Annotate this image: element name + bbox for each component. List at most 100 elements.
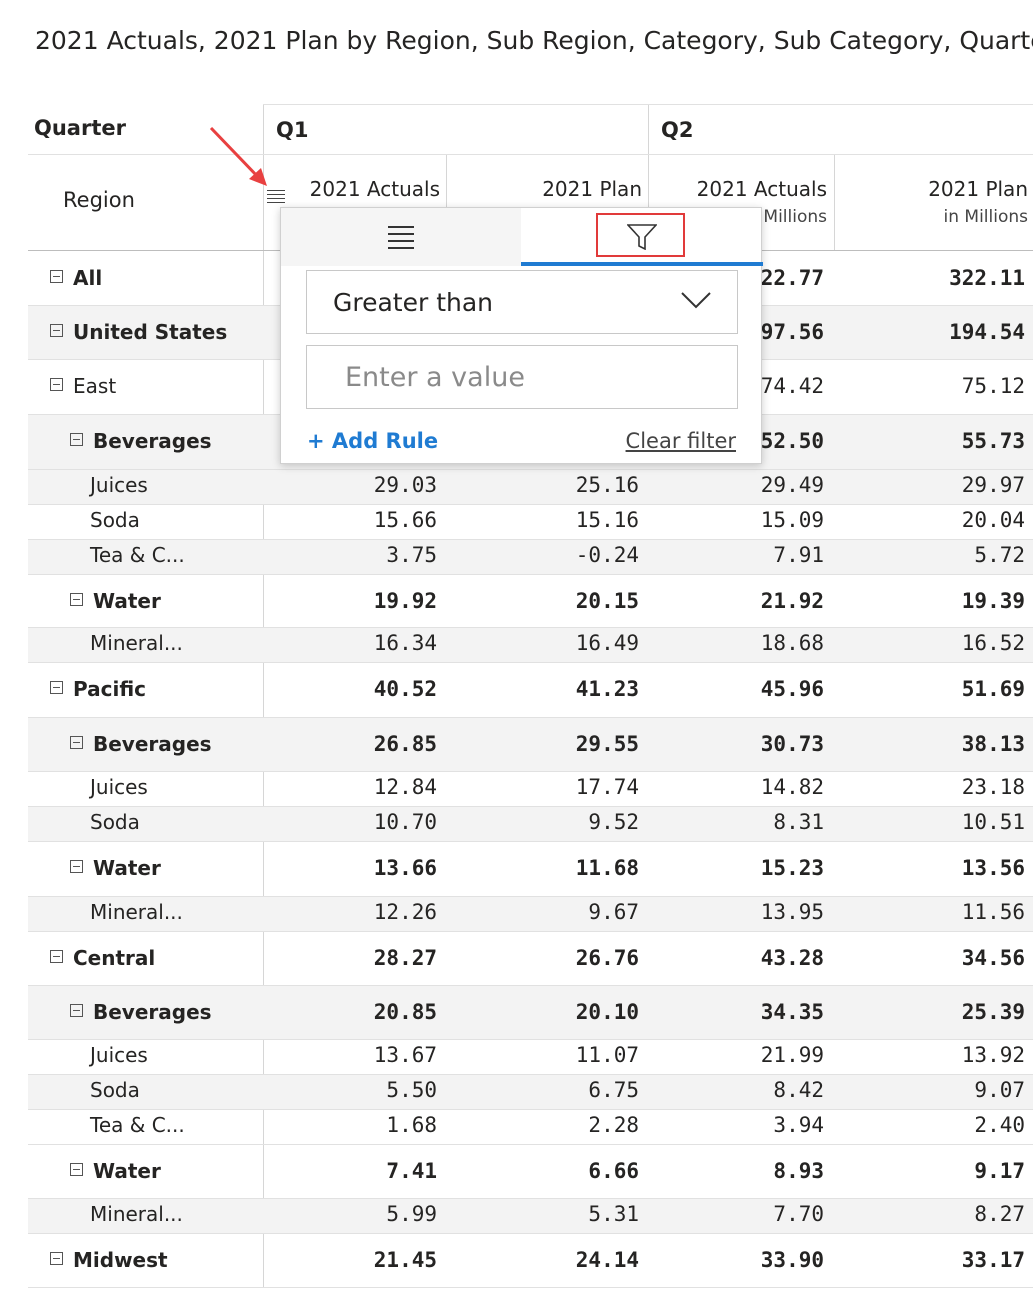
value-cell: 29.55 (575, 732, 639, 756)
row-label-text: Juices (90, 775, 148, 799)
value-cell: 7.41 (386, 1159, 437, 1183)
highlight-box (596, 213, 685, 257)
row-label: Mineral... (90, 631, 183, 655)
q1-header[interactable]: Q1 (276, 118, 308, 142)
value-cell: 51.69 (961, 677, 1025, 701)
header-mid-border (28, 154, 1033, 155)
table-row: Mineral... 5.99 5.31 7.70 8.27 (28, 1199, 1033, 1234)
value-cell: 8.31 (773, 810, 824, 834)
value-cell: 20.10 (575, 1000, 639, 1024)
quarter-header-row: Quarter Q1 Q2 (28, 104, 1033, 154)
collapse-icon[interactable] (70, 593, 83, 606)
collapse-icon[interactable] (70, 1004, 83, 1017)
value-cell: -0.24 (575, 543, 639, 567)
value-cell: 40.52 (373, 677, 437, 701)
q2-actuals-header[interactable]: 2021 Actuals (697, 177, 827, 201)
q1-plan-header[interactable]: 2021 Plan (542, 177, 642, 201)
value-cell: 20.15 (575, 589, 639, 613)
value-cell: 38.13 (961, 732, 1025, 756)
row-label: Beverages (70, 732, 212, 756)
collapse-icon[interactable] (70, 736, 83, 749)
value-cell: 75.12 (961, 374, 1025, 398)
value-cell: 2.40 (974, 1113, 1025, 1137)
table-row: Juices 13.67 11.07 21.99 13.92 (28, 1040, 1033, 1075)
value-cell: 3.75 (386, 543, 437, 567)
value-cell: 5.50 (386, 1078, 437, 1102)
value-cell: 33.90 (760, 1248, 824, 1272)
add-rule-button[interactable]: + Add Rule (307, 429, 438, 453)
red-arrow-annotation (209, 126, 267, 186)
row-label: Soda (90, 810, 140, 834)
condition-dropdown[interactable]: Greater than (306, 270, 738, 334)
column-divider (834, 154, 835, 250)
q1-actuals-header[interactable]: 2021 Actuals (310, 177, 440, 201)
row-label: Water (70, 856, 161, 880)
table-row: Tea & C... 3.75 -0.24 7.91 5.72 (28, 540, 1033, 575)
row-label-text: All (73, 266, 103, 290)
report-title: 2021 Actuals, 2021 Plan by Region, Sub R… (35, 26, 1033, 55)
table-row: Soda 10.70 9.52 8.31 10.51 (28, 807, 1033, 842)
value-cell: 9.52 (588, 810, 639, 834)
clear-filter-link[interactable]: Clear filter (626, 429, 736, 453)
q2-plan-unit: in Millions (943, 207, 1029, 227)
row-label: Juices (90, 1043, 148, 1067)
value-cell: 6.66 (588, 1159, 639, 1183)
value-cell: 2.28 (588, 1113, 639, 1137)
value-cell: 6.75 (588, 1078, 639, 1102)
value-cell: 15.23 (760, 856, 824, 880)
tab-sort-menu[interactable] (281, 208, 521, 266)
row-label: Soda (90, 1078, 140, 1102)
collapse-icon[interactable] (70, 1163, 83, 1176)
value-cell: 9.67 (588, 900, 639, 924)
collapse-icon[interactable] (50, 681, 63, 694)
table-row: Water 7.41 6.66 8.93 9.17 (28, 1145, 1033, 1199)
value-cell: 26.76 (575, 946, 639, 970)
value-cell: 12.84 (373, 775, 437, 799)
value-cell: 15.09 (760, 508, 824, 532)
quarter-header-label: Quarter (34, 116, 126, 140)
value-cell: 43.28 (760, 946, 824, 970)
row-label: Central (50, 946, 155, 970)
row-label-text: Soda (90, 810, 140, 834)
row-label-text: Central (73, 946, 156, 970)
collapse-icon[interactable] (50, 270, 63, 283)
tab-filter[interactable] (521, 208, 763, 266)
value-cell: 33.17 (961, 1248, 1025, 1272)
value-cell: 29.97 (961, 473, 1025, 497)
collapse-icon[interactable] (50, 324, 63, 337)
value-cell: 13.95 (760, 900, 824, 924)
value-cell: 5.99 (386, 1202, 437, 1226)
table-row: Water 19.92 20.15 21.92 19.39 (28, 575, 1033, 628)
value-cell: 11.56 (961, 900, 1025, 924)
filter-value-input[interactable] (306, 345, 738, 409)
table-row: Soda 15.66 15.16 15.09 20.04 (28, 505, 1033, 540)
funnel-icon (627, 224, 657, 250)
collapse-icon[interactable] (50, 950, 63, 963)
value-cell: 10.51 (961, 810, 1025, 834)
collapse-icon[interactable] (50, 1252, 63, 1265)
row-label-text: Midwest (73, 1248, 168, 1272)
table-row: Midwest 21.45 24.14 33.90 33.17 (28, 1234, 1033, 1288)
value-cell: 21.99 (760, 1043, 824, 1067)
q2-header[interactable]: Q2 (661, 118, 693, 142)
value-cell: 7.91 (773, 543, 824, 567)
value-cell: 16.49 (575, 631, 639, 655)
value-cell: 19.39 (961, 589, 1025, 613)
value-cell: 7.70 (773, 1202, 824, 1226)
value-cell: 55.73 (961, 429, 1025, 453)
active-tab-indicator (521, 262, 763, 266)
row-label-text: Water (93, 1159, 161, 1183)
row-label: Pacific (50, 677, 146, 701)
q2-plan-header[interactable]: 2021 Plan (928, 177, 1028, 201)
value-cell: 20.85 (373, 1000, 437, 1024)
collapse-icon[interactable] (50, 378, 63, 391)
row-label: United States (50, 320, 227, 344)
collapse-icon[interactable] (70, 860, 83, 873)
column-filter-popup: Greater than + Add Rule Clear filter (280, 207, 763, 464)
row-label-text: Beverages (93, 732, 212, 756)
collapse-icon[interactable] (70, 433, 83, 446)
value-cell: 29.49 (760, 473, 824, 497)
row-divider (28, 1287, 1033, 1288)
value-cell: 8.93 (773, 1159, 824, 1183)
row-label-text: East (73, 374, 117, 398)
